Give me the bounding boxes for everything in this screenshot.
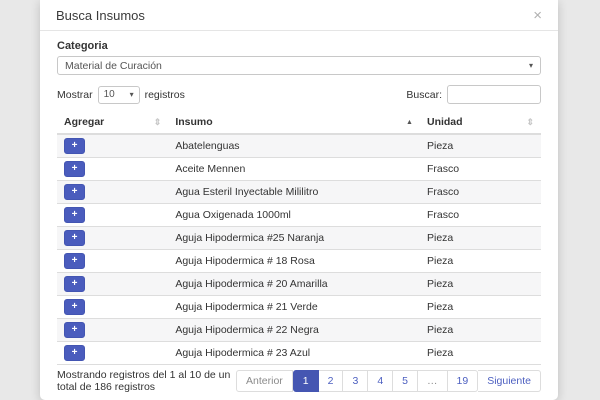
agregar-cell: +: [57, 318, 169, 342]
table-row: + Agua Oxigenada 1000ml Frasco: [57, 203, 541, 227]
insumo-cell: Aguja Hipodermica # 23 Azul: [168, 341, 420, 365]
pagination-page-1[interactable]: 1: [292, 370, 319, 392]
insumo-cell: Aceite Mennen: [168, 157, 420, 181]
table-row: + Abatelenguas Pieza: [57, 133, 541, 158]
length-suffix: registros: [144, 88, 185, 101]
pagination-page-3[interactable]: 3: [343, 370, 369, 392]
column-header-unidad[interactable]: Unidad ⇕: [419, 112, 541, 135]
unidad-cell: Pieza: [419, 295, 541, 319]
modal-body: Categoria Material de Curación ▾ Mostrar…: [40, 31, 558, 393]
insumo-cell: Abatelenguas: [168, 133, 420, 158]
pagination: Anterior 1 2 3 4 5… 19 Siguiente: [236, 370, 541, 392]
modal-title: Busca Insumos: [56, 8, 145, 23]
category-select[interactable]: Material de Curación ▾: [57, 56, 541, 75]
pagination-page-5[interactable]: 5: [393, 370, 419, 392]
pagination-page-4[interactable]: 4: [368, 370, 394, 392]
unidad-cell: Pieza: [419, 133, 541, 158]
insumo-cell: Aguja Hipodermica # 20 Amarilla: [168, 272, 420, 296]
sort-both-icon: ⇕: [526, 116, 534, 127]
pagination-previous[interactable]: Anterior: [236, 370, 293, 392]
insumo-cell: Aguja Hipodermica # 18 Rosa: [168, 249, 420, 273]
insumo-cell: Aguja Hipodermica #25 Naranja: [168, 226, 420, 250]
length-control: Mostrar 10 ▾ registros: [57, 85, 185, 104]
length-prefix: Mostrar: [57, 88, 93, 101]
sort-both-icon: ⇕: [153, 116, 162, 127]
agregar-cell: +: [57, 249, 169, 273]
category-selected-value: Material de Curación: [65, 59, 162, 72]
unidad-cell: Pieza: [419, 226, 541, 250]
unidad-cell: Pieza: [419, 318, 541, 342]
records-info: Mostrando registros del 1 al 10 de un to…: [57, 369, 231, 393]
search-control: Buscar:: [406, 85, 541, 104]
pagination-page-19[interactable]: 19: [447, 370, 479, 392]
agregar-cell: +: [57, 226, 169, 250]
table-row: + Aguja Hipodermica # 22 Negra Pieza: [57, 318, 541, 342]
table-header-row: Agregar ⇕ Insumo ▲ Unidad ⇕: [57, 112, 541, 135]
table-row: + Aguja Hipodermica # 23 Azul Pieza: [57, 341, 541, 365]
search-label: Buscar:: [406, 88, 442, 101]
agregar-cell: +: [57, 203, 169, 227]
add-row-button[interactable]: +: [64, 322, 85, 338]
table-body: + Abatelenguas Pieza + Aceite Mennen Frasco + A…: [57, 133, 541, 365]
add-row-button[interactable]: +: [64, 184, 85, 200]
table-row: + Aguja Hipodermica # 20 Amarilla Pieza: [57, 272, 541, 296]
agregar-cell: +: [57, 295, 169, 319]
unidad-cell: Pieza: [419, 341, 541, 365]
unidad-cell: Pieza: [419, 272, 541, 296]
busca-insumos-modal: Busca Insumos × Categoria Material de Cu…: [40, 0, 558, 400]
category-label: Categoria: [57, 40, 108, 52]
table-footer: Mostrando registros del 1 al 10 de un to…: [57, 369, 541, 393]
table-row: + Agua Esteril Inyectable Mililitro Frasco: [57, 180, 541, 204]
table-row: + Aguja Hipodermica # 18 Rosa Pieza: [57, 249, 541, 273]
add-row-button[interactable]: +: [64, 276, 85, 292]
chevron-down-icon: ▾: [129, 90, 134, 99]
agregar-cell: +: [57, 341, 169, 365]
pagination-pages: 1 2 3 4 5… 19: [292, 370, 479, 392]
length-selected-value: 10: [103, 89, 115, 100]
column-header-agregar[interactable]: Agregar ⇕: [57, 112, 169, 135]
pagination-page-2[interactable]: 2: [318, 370, 344, 392]
agregar-cell: +: [57, 180, 169, 204]
add-row-button[interactable]: +: [64, 299, 85, 315]
insumo-cell: Agua Oxigenada 1000ml: [168, 203, 420, 227]
insumo-cell: Agua Esteril Inyectable Mililitro: [168, 180, 420, 204]
close-icon[interactable]: ×: [533, 8, 542, 23]
table-row: + Aceite Mennen Frasco: [57, 157, 541, 181]
unidad-cell: Frasco: [419, 203, 541, 227]
table-row: + Aguja Hipodermica #25 Naranja Pieza: [57, 226, 541, 250]
agregar-cell: +: [57, 133, 169, 158]
add-row-button[interactable]: +: [64, 253, 85, 269]
table-controls: Mostrar 10 ▾ registros Buscar:: [57, 85, 541, 104]
sort-asc-icon: ▲: [406, 118, 413, 126]
agregar-cell: +: [57, 157, 169, 181]
unidad-cell: Frasco: [419, 157, 541, 181]
unidad-cell: Frasco: [419, 180, 541, 204]
chevron-down-icon: ▾: [528, 61, 533, 70]
column-header-insumo[interactable]: Insumo ▲: [168, 112, 420, 135]
page-length-select[interactable]: 10 ▾: [97, 85, 140, 104]
add-row-button[interactable]: +: [64, 230, 85, 246]
insumo-cell: Aguja Hipodermica # 21 Verde: [168, 295, 420, 319]
add-row-button[interactable]: +: [64, 345, 85, 361]
unidad-cell: Pieza: [419, 249, 541, 273]
agregar-cell: +: [57, 272, 169, 296]
add-row-button[interactable]: +: [64, 138, 85, 154]
modal-header: Busca Insumos ×: [40, 0, 558, 31]
pagination-ellipsis: …: [418, 370, 448, 392]
pagination-next[interactable]: Siguiente: [478, 370, 541, 392]
insumos-table: Agregar ⇕ Insumo ▲ Unidad ⇕ + Abatelengu…: [57, 112, 541, 365]
insumo-cell: Aguja Hipodermica # 22 Negra: [168, 318, 420, 342]
search-input[interactable]: [447, 85, 541, 104]
add-row-button[interactable]: +: [64, 207, 85, 223]
add-row-button[interactable]: +: [64, 161, 85, 177]
table-row: + Aguja Hipodermica # 21 Verde Pieza: [57, 295, 541, 319]
